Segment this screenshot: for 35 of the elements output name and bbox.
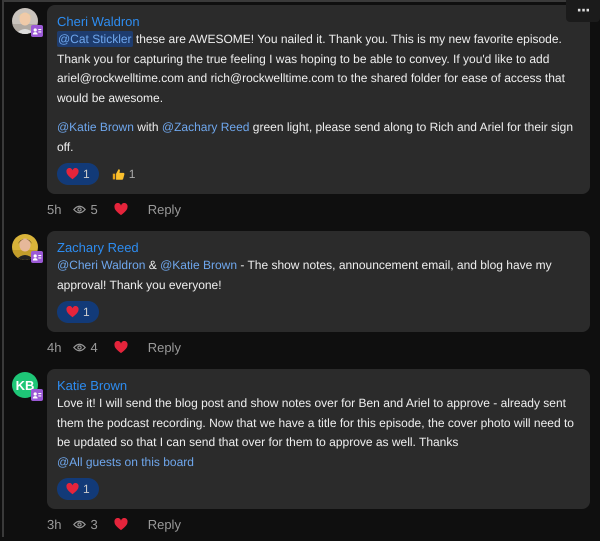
timestamp: 5h xyxy=(47,202,62,217)
mention-link[interactable]: @Cat Stickler xyxy=(57,31,133,47)
heart-icon xyxy=(66,168,79,180)
mention-link[interactable]: @Cheri Waldron xyxy=(57,258,146,272)
avatar: KB xyxy=(12,372,38,398)
view-count: 3 xyxy=(90,517,98,532)
more-button[interactable]: ··· xyxy=(566,0,600,22)
thumbs-up-icon xyxy=(112,168,125,180)
reply-button[interactable]: Reply xyxy=(148,517,181,532)
mention-link[interactable]: @Katie Brown xyxy=(160,258,237,272)
eye-icon xyxy=(73,520,86,529)
mention-link[interactable]: @All guests on this board xyxy=(57,454,194,468)
view-count: 5 xyxy=(90,202,98,217)
eye-icon xyxy=(73,343,86,352)
comment-text: @Cheri Waldron & @Katie Brown - The show notes, announcement email, and blog have my approval! Thank you everyone! xyxy=(57,257,553,294)
eye-icon xyxy=(73,205,86,214)
comment-text: @Katie Brown with @Zachary Reed green light, please send along to Rich and Ariel for their sign off. xyxy=(57,119,574,156)
timestamp: 4h xyxy=(47,340,62,355)
view-count: 4 xyxy=(90,340,98,355)
comment-text: @Cat Stickler these are AWESOME! You nailed it. Thank you. This is my new favorite episode. Thank you for capturing the true feeling I was hoping to be able to convey. If you'd like to add ariel@rockwelltime.com and rich@rockwelltime.com to the shared folder for ease of access that would be awesome. xyxy=(57,30,566,106)
reaction-button[interactable]: 1 xyxy=(57,478,99,500)
author-name[interactable]: Zachary Reed xyxy=(57,240,139,255)
heart-icon xyxy=(66,306,79,318)
author-name[interactable]: Cheri Waldron xyxy=(57,14,140,29)
heart-icon xyxy=(66,483,79,495)
mention-link[interactable]: @Zachary Reed xyxy=(162,120,250,134)
mention-link[interactable]: @Katie Brown xyxy=(57,120,134,134)
timestamp: 3h xyxy=(47,517,62,532)
reaction-button[interactable]: 1 xyxy=(57,301,99,323)
comment-text: Love it! I will send the blog post and show notes over for Ben and Ariel to approve - already sent them the podcast recording. Now that we have a title for this episode, the cover photo will need to be updated so that I can send that over for them to approve as well. Thanks @All guests on this board xyxy=(57,395,575,470)
reaction-button[interactable]: 1 xyxy=(57,163,99,185)
reaction-button[interactable]: 1 xyxy=(102,163,144,185)
reply-button[interactable]: Reply xyxy=(148,202,181,217)
author-name[interactable]: Katie Brown xyxy=(57,378,128,393)
reply-button[interactable]: Reply xyxy=(148,340,181,355)
